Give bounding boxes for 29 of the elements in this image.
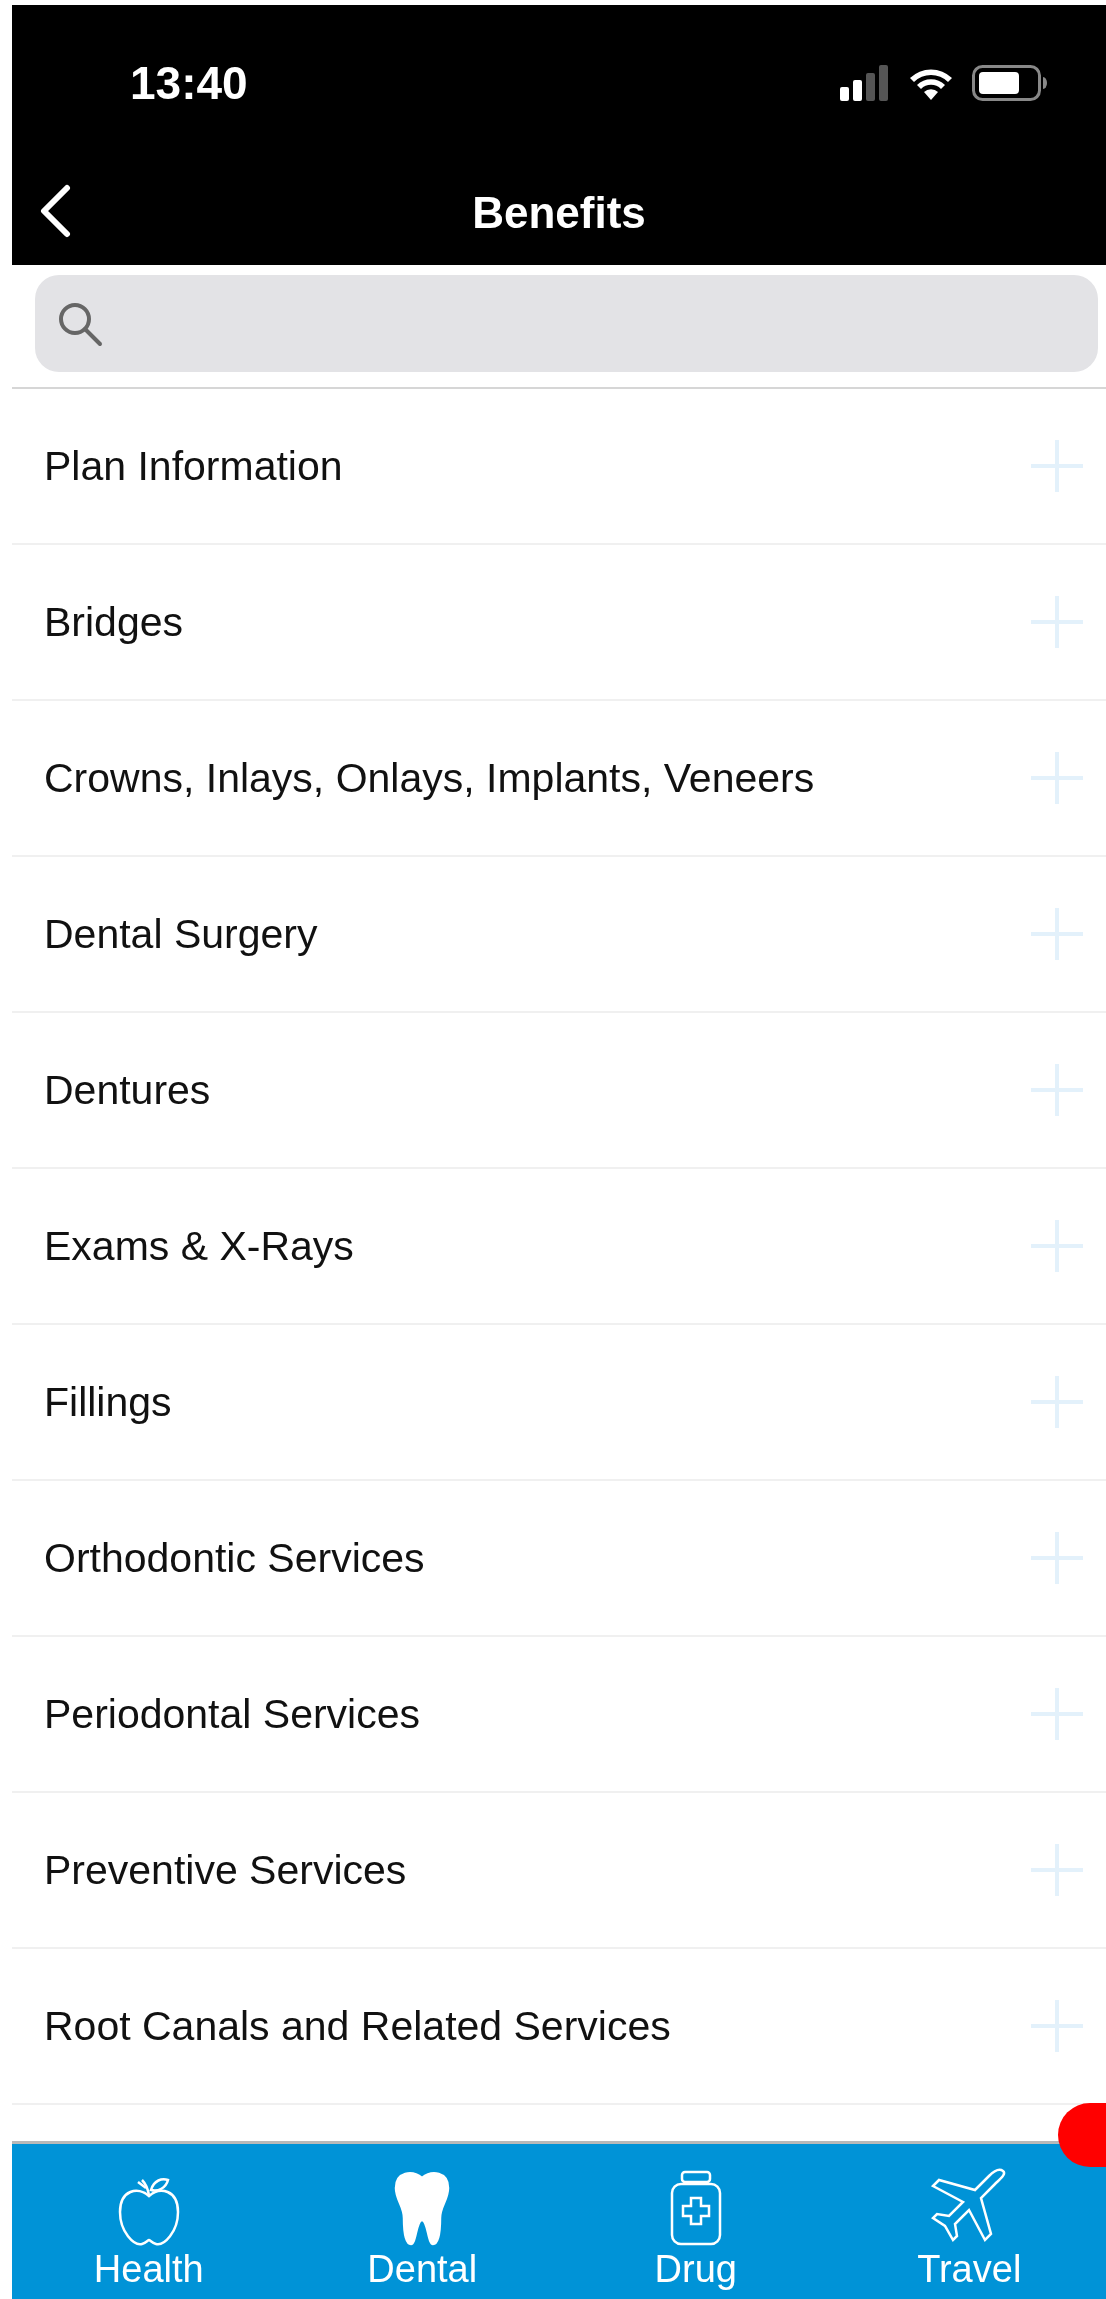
list-item[interactable]: Crowns, Inlays, Onlays, Implants, Veneers bbox=[12, 701, 1106, 857]
plus-icon bbox=[1030, 751, 1084, 805]
list-item[interactable]: Root Canals and Related Services bbox=[12, 1949, 1106, 2105]
list-item[interactable]: Dental Surgery bbox=[12, 857, 1106, 1013]
plus-icon bbox=[1030, 1843, 1084, 1897]
plus-icon bbox=[1030, 595, 1084, 649]
plus-icon bbox=[1030, 1531, 1084, 1585]
plus-icon bbox=[1030, 1063, 1084, 1117]
plus-icon bbox=[1030, 1999, 1084, 2053]
search-field[interactable] bbox=[35, 275, 1098, 372]
list-item[interactable]: Dentures bbox=[12, 1013, 1106, 1169]
list-item[interactable]: Orthodontic Services bbox=[12, 1481, 1106, 1637]
list-item[interactable]: Bridges bbox=[12, 545, 1106, 701]
status-time: 13:40 bbox=[130, 55, 248, 110]
page-title: Benefits bbox=[472, 187, 646, 238]
signal-icon bbox=[840, 64, 890, 101]
plus-icon bbox=[1030, 1219, 1084, 1273]
back-chevron-icon bbox=[38, 184, 72, 238]
list-item[interactable]: Fillings bbox=[12, 1325, 1106, 1481]
battery-icon bbox=[972, 64, 1048, 101]
search-icon bbox=[57, 300, 103, 347]
plus-icon bbox=[1030, 1375, 1084, 1429]
plus-icon bbox=[1030, 907, 1084, 961]
plus-icon bbox=[1030, 1687, 1084, 1741]
list-item[interactable]: Exams & X-Rays bbox=[12, 1169, 1106, 1325]
list-item[interactable]: Periodontal Services bbox=[12, 1637, 1106, 1793]
list-item[interactable]: Plan Information bbox=[12, 389, 1106, 545]
plus-icon bbox=[1030, 439, 1084, 493]
list-item[interactable]: Preventive Services bbox=[12, 1793, 1106, 1949]
